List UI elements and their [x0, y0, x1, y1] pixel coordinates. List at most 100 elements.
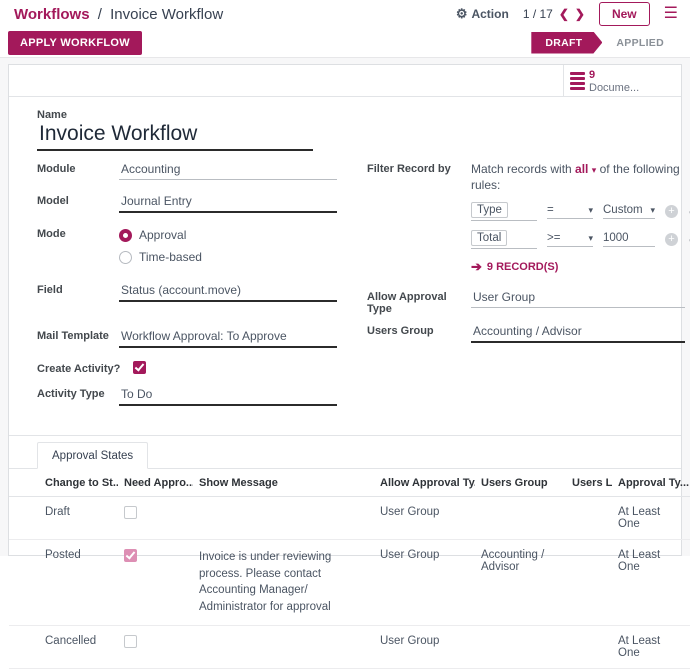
cell-state[interactable]: Cancelled — [9, 625, 118, 668]
breadcrumb-separator: / — [98, 6, 102, 23]
create-activity-label: Create Activity? — [37, 361, 133, 375]
rule-2-operator-select[interactable]: >= ▾ — [547, 232, 593, 247]
users-group-label: Users Group — [367, 323, 471, 337]
cell-message[interactable] — [193, 497, 374, 540]
status-step-applied[interactable]: APPLIED — [602, 32, 678, 54]
notebook: Approval States Change to St... Need App… — [9, 435, 681, 669]
field-input[interactable]: Status (account.move) — [119, 282, 337, 302]
filter-all-value: all — [575, 162, 588, 176]
records-count-link[interactable]: ➔ 9 RECORD(S) — [471, 259, 690, 275]
mode-time-based-label: Time-based — [139, 250, 202, 264]
create-activity-checkbox[interactable] — [133, 361, 146, 374]
cell-users-group[interactable] — [475, 625, 566, 668]
cell-approval-type[interactable]: At Least One — [612, 497, 690, 540]
add-rule-icon[interactable]: + — [665, 205, 678, 218]
model-input[interactable]: Journal Entry — [119, 193, 337, 213]
module-input[interactable]: Accounting — [119, 161, 337, 180]
apply-workflow-button[interactable]: APPLY WORKFLOW — [8, 31, 142, 55]
module-label: Module — [37, 161, 119, 175]
allow-approval-type-input[interactable]: User Group — [471, 289, 685, 308]
cell-approval-type[interactable]: At Least One — [612, 625, 690, 668]
pager-previous-icon[interactable]: ❮ — [559, 7, 569, 21]
cell-users-group[interactable] — [475, 497, 566, 540]
activity-type-input[interactable]: To Do — [119, 386, 337, 406]
status-step-draft[interactable]: DRAFT — [531, 32, 602, 54]
col-approval-type[interactable]: Approval Ty... — [612, 469, 690, 497]
col-show-message[interactable]: Show Message — [193, 469, 374, 497]
name-input[interactable]: Invoice Workflow — [37, 121, 313, 151]
table-row[interactable]: Draft User Group At Least One — [9, 497, 690, 540]
chevron-down-icon: ▾ — [588, 233, 593, 244]
users-group-input[interactable]: Accounting / Advisor — [471, 323, 685, 343]
cell-users-group[interactable]: Accounting / Advisor — [475, 540, 566, 626]
mail-template-input[interactable]: Workflow Approval: To Approve — [119, 328, 337, 348]
mode-label: Mode — [37, 226, 119, 240]
chevron-down-icon: ▾ — [650, 205, 655, 216]
cell-state[interactable]: Posted — [9, 540, 118, 626]
top-navbar: Workflows / Invoice Workflow ⚙ Action 1 … — [0, 0, 690, 28]
new-button[interactable]: New — [599, 2, 650, 26]
cell-need-approval — [118, 540, 193, 626]
filter-rule-row: Type =▾ Custom▾ + ⋯ — [471, 202, 690, 221]
col-users-group[interactable]: Users Group — [475, 469, 566, 497]
chevron-down-icon: ▾ — [592, 165, 597, 175]
arrow-right-icon: ➔ — [471, 259, 482, 275]
rule-2-value: 1000 — [603, 232, 629, 244]
cell-users-list[interactable] — [566, 540, 612, 626]
breadcrumb: Workflows / Invoice Workflow — [14, 6, 223, 23]
rule-1-operator-select[interactable]: =▾ — [547, 204, 593, 219]
name-label: Name — [37, 109, 659, 121]
breadcrumb-workflows-link[interactable]: Workflows — [14, 6, 90, 23]
cell-allow-type[interactable]: User Group — [374, 625, 475, 668]
hamburger-menu-icon[interactable]: ☰ — [664, 6, 678, 22]
cell-allow-type[interactable]: User Group — [374, 497, 475, 540]
pager-next-icon[interactable]: ❯ — [575, 7, 585, 21]
cell-state[interactable]: Draft — [9, 497, 118, 540]
documents-stat-button[interactable]: 9 Docume... — [563, 65, 681, 96]
content-background: 9 Docume... Name Invoice Workflow Module… — [0, 58, 690, 556]
rule-2-value-input[interactable]: 1000 — [603, 232, 655, 247]
rule-2-operator-value: >= — [547, 232, 560, 244]
pager: 1 / 17 ❮ ❯ — [523, 7, 585, 21]
rule-1-value-select[interactable]: Custom ▾ — [603, 204, 655, 219]
records-count-label: 9 RECORD(S) — [487, 261, 559, 273]
add-rule-icon[interactable]: + — [665, 233, 678, 246]
table-row[interactable]: Cancelled User Group At Least One — [9, 625, 690, 668]
rule-field-cell: Type — [471, 202, 537, 221]
action-menu-button[interactable]: ⚙ Action — [456, 6, 509, 22]
rule-1-field-tag[interactable]: Type — [471, 202, 508, 218]
approval-states-table: Change to St... Need Appro... Show Messa… — [9, 469, 690, 669]
breadcrumb-current: Invoice Workflow — [110, 6, 223, 23]
cell-need-approval — [118, 497, 193, 540]
documents-count: 9 — [589, 69, 639, 82]
radio-selected-icon — [119, 229, 132, 242]
rule-2-field-tag[interactable]: Total — [471, 230, 507, 246]
need-approval-checkbox[interactable] — [124, 635, 137, 648]
cell-need-approval — [118, 625, 193, 668]
cell-approval-type[interactable]: At Least One — [612, 540, 690, 626]
notebook-tabs: Approval States — [9, 436, 681, 469]
col-need-approval[interactable]: Need Appro... — [118, 469, 193, 497]
col-change-to-state[interactable]: Change to St... — [9, 469, 118, 497]
cell-users-list[interactable] — [566, 625, 612, 668]
cell-users-list[interactable] — [566, 497, 612, 540]
col-users-list[interactable]: Users L... — [566, 469, 612, 497]
form-body: Name Invoice Workflow Module Accounting … — [9, 97, 681, 419]
table-row[interactable]: Posted Invoice is under reviewing proces… — [9, 540, 690, 626]
mode-option-time-based[interactable]: Time-based — [119, 250, 202, 264]
need-approval-checkbox[interactable] — [124, 506, 137, 519]
gear-icon: ⚙ — [456, 6, 468, 22]
cell-message[interactable]: Invoice is under reviewing process. Plea… — [193, 540, 374, 626]
filter-all-select[interactable]: all ▾ — [575, 162, 596, 176]
mode-radio-group: Approval Time-based — [119, 226, 202, 264]
mode-option-approval[interactable]: Approval — [119, 228, 202, 242]
rule-1-value: Custom — [603, 204, 643, 216]
col-allow-approval-type[interactable]: Allow Approval Ty... — [374, 469, 475, 497]
rule-field-cell: Total — [471, 230, 537, 249]
chevron-down-icon: ▾ — [588, 205, 593, 216]
cell-allow-type[interactable]: User Group — [374, 540, 475, 626]
table-header-row: Change to St... Need Appro... Show Messa… — [9, 469, 690, 497]
cell-message[interactable] — [193, 625, 374, 668]
tab-approval-states[interactable]: Approval States — [37, 442, 148, 469]
model-label: Model — [37, 193, 119, 207]
